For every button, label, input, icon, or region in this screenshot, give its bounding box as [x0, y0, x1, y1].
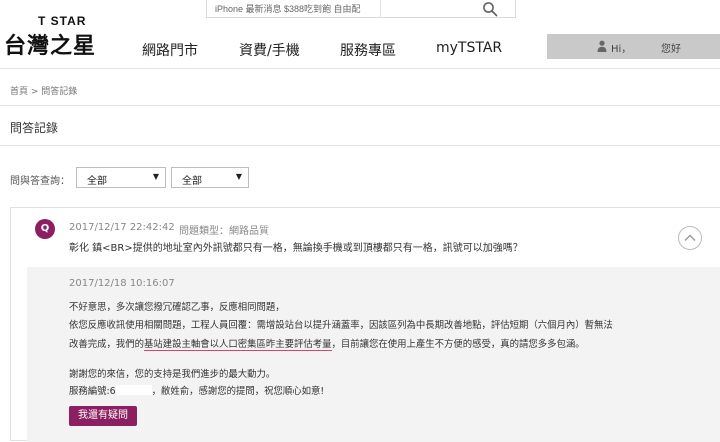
user-bar[interactable]: Hi， 您好: [547, 34, 720, 59]
qa-card: Q 2017/12/17 22:42:42 問題類型：網路品質 彰化 鎮<BR>…: [10, 207, 720, 442]
select-value: 全部: [182, 176, 202, 187]
ask-again-button[interactable]: 我還有疑問: [69, 406, 137, 426]
question-text: 彰化 鎮<BR>提供的地址室內外訊號都只有一格，無論換手機或到頂樓都只有一格，訊…: [69, 243, 523, 254]
question-badge-icon: Q: [35, 219, 55, 239]
filter-label: 問與答查詢：: [10, 176, 70, 187]
search-placeholder: iPhone 最新消息 $388吃到飽 自由配: [215, 4, 361, 14]
question-time: 2017/12/17 22:42:42: [69, 222, 175, 233]
breadcrumb-divider: [0, 105, 720, 106]
answer-line-2: 依您反應收訊使用相關問題，工程人員回覆：需增設站台以提升涵蓋率，因該區列為中長期…: [69, 320, 613, 331]
logo-text[interactable]: 台灣之星: [4, 28, 96, 60]
answer-line-3c: ，目前讓您在使用上產生不方便的感受，真的請您多多包涵。: [331, 339, 585, 350]
nav-mytstar[interactable]: myTSTAR: [436, 40, 502, 56]
select-value: 全部: [87, 176, 107, 187]
answer-line-3: 改善完成，我們的基站建設主軸會以人口密集區昨主要評估考量，目前讓您在使用上產生不…: [69, 336, 585, 351]
search-icon[interactable]: [482, 1, 498, 17]
breadcrumb[interactable]: 首頁 > 問答記錄: [10, 84, 77, 97]
collapse-button[interactable]: [678, 226, 702, 250]
nav-plans-phones[interactable]: 資費/手機: [239, 40, 300, 60]
answer-line-3a: 改善完成，我們的: [69, 339, 145, 350]
header-divider: [0, 68, 720, 69]
question-type: 問題類型：網路品質: [179, 226, 269, 237]
service-number-label: 服務編號:6: [69, 386, 116, 397]
answer-time: 2017/12/18 10:16:07: [69, 278, 175, 289]
answer-line-5b: ，敝姓俞，感謝您的提問，祝您順心如意!: [151, 386, 325, 397]
answer-box: 2017/12/18 10:16:07 不好意思，多次讓您撥冗確認乙事，反應相同…: [27, 267, 720, 442]
nav-service[interactable]: 服務專區: [340, 40, 396, 60]
answer-line-4: 謝謝您的來信，您的支持是我們進步的最大動力。: [69, 369, 276, 380]
dropdown-arrow-icon: ▼: [235, 172, 242, 181]
chevron-up-icon: [684, 234, 696, 241]
title-divider: [0, 145, 720, 146]
answer-highlight: 基站建設主軸會以人口密集區昨主要評估考量: [144, 339, 332, 351]
answer-line-5: 服務編號:6 ，敝姓俞，感謝您的提問，祝您順心如意!: [69, 383, 324, 397]
nav-online-store[interactable]: 網路門市: [142, 40, 198, 60]
logo-text-tstar[interactable]: T STAR: [38, 14, 86, 28]
user-greeting: 您好: [661, 44, 681, 55]
filter-select-subcategory[interactable]: 全部 ▼: [171, 167, 249, 188]
redacted-mask: [115, 385, 152, 395]
page-title: 問答記錄: [10, 121, 59, 135]
user-icon: [597, 40, 607, 52]
dropdown-arrow-icon: ▼: [152, 172, 159, 181]
answer-line-1: 不好意思，多次讓您撥冗確認乙事，反應相同問題，: [69, 302, 285, 313]
user-hi: Hi，: [611, 44, 632, 55]
site-header: iPhone 最新消息 $388吃到飽 自由配 T STAR 台灣之星 網路門市…: [0, 0, 720, 68]
filter-select-category[interactable]: 全部 ▼: [76, 167, 166, 188]
